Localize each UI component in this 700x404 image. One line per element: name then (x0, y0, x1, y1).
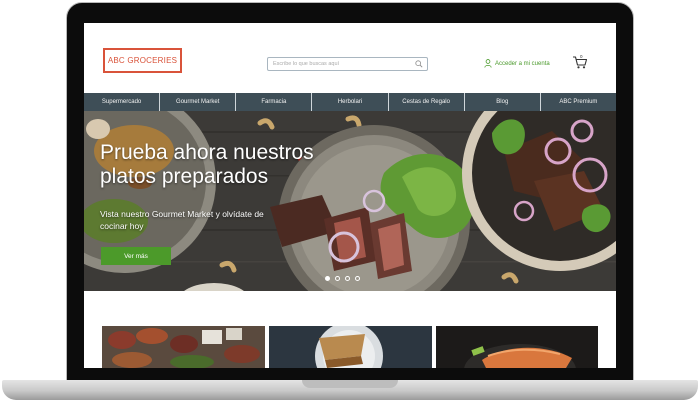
nav-item-gourmet-market[interactable]: Gourmet Market (160, 93, 237, 111)
search-input[interactable] (268, 58, 413, 70)
carousel-dots (325, 276, 360, 281)
search-box[interactable] (267, 57, 428, 71)
product-card-cake[interactable] (269, 326, 432, 368)
cart-count: 0 (580, 54, 583, 59)
carousel-dot-3[interactable] (345, 276, 350, 281)
nav-item-herbolari[interactable]: Herbolari (312, 93, 389, 111)
hero-title: Prueba ahora nuestros platos preparados (100, 141, 314, 188)
main-nav: Supermercado Gourmet Market Farmacia Her… (84, 93, 616, 111)
product-cards (102, 326, 598, 368)
carousel-dot-2[interactable] (335, 276, 340, 281)
carousel-dot-1[interactable] (325, 276, 330, 281)
product-card-salmon[interactable] (436, 326, 598, 368)
salmon-image (436, 326, 598, 368)
see-more-button[interactable]: Ver más (101, 247, 171, 265)
nav-item-abc-premium[interactable]: ABC Premium (541, 93, 616, 111)
nav-item-blog[interactable]: Blog (465, 93, 541, 111)
carousel-dot-4[interactable] (355, 276, 360, 281)
hero-subtitle: Vista nuestro Gourmet Market y olvídate … (100, 209, 264, 231)
market-image (102, 326, 265, 368)
nav-item-farmacia[interactable]: Farmacia (236, 93, 313, 111)
cake-image (269, 326, 432, 368)
nav-item-cestas-de-regalo[interactable]: Cestas de Regalo (389, 93, 465, 111)
hero-banner: Prueba ahora nuestros platos preparados … (84, 111, 616, 291)
cart-button[interactable]: 0 (572, 54, 588, 69)
logo-text: ABC GROCERIES (107, 56, 178, 65)
laptop-notch (302, 380, 398, 388)
account-label: Acceder a mi cuenta (495, 60, 550, 67)
user-icon (484, 59, 492, 68)
nav-item-supermercado[interactable]: Supermercado (84, 93, 161, 111)
search-icon[interactable] (415, 60, 423, 68)
site-logo[interactable]: ABC GROCERIES (103, 48, 182, 73)
account-link[interactable]: Acceder a mi cuenta (484, 59, 550, 68)
website-screen: ABC GROCERIES Acceder a mi cuenta 0 Supe… (84, 23, 616, 368)
product-card-market[interactable] (102, 326, 265, 368)
